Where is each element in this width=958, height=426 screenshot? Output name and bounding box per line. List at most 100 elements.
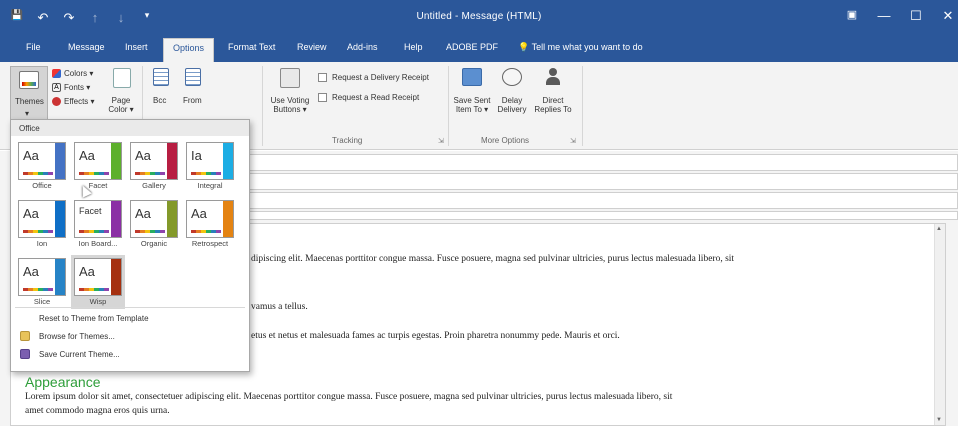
theme-thumbnail: Aa bbox=[18, 200, 66, 238]
tab-options[interactable]: Options bbox=[163, 38, 215, 62]
theme-color-swatches bbox=[135, 230, 165, 233]
delay-delivery-button[interactable]: Delay Delivery bbox=[494, 66, 530, 126]
effects-icon bbox=[52, 97, 61, 106]
theme-sample-text: Aa bbox=[135, 206, 151, 221]
more-options-group-label: More Options bbox=[481, 136, 530, 145]
voting-icon bbox=[280, 68, 300, 88]
theme-tile-ion-board[interactable]: Facet Ion Board... bbox=[71, 197, 125, 251]
theme-tile-ion[interactable]: Aa Ion bbox=[15, 197, 69, 251]
themes-icon bbox=[19, 71, 39, 89]
minimize-button[interactable]: — bbox=[872, 8, 896, 23]
theme-accent-bar bbox=[167, 201, 177, 237]
page-color-button[interactable]: Page Color ▾ bbox=[104, 66, 138, 124]
page-color-icon bbox=[113, 68, 131, 88]
tab-adobe-pdf[interactable]: ADOBE PDF bbox=[446, 42, 498, 52]
theme-accent-bar bbox=[55, 201, 65, 237]
outlook-message-window: 💾 ↶ ↷ ↑ ↓ ▾ Untitled - Message (HTML) ▣ … bbox=[0, 0, 958, 426]
effects-dropdown[interactable]: Effects ▾ bbox=[52, 96, 102, 108]
use-voting-buttons[interactable]: Use Voting Buttons ▾ bbox=[266, 66, 314, 126]
theme-color-swatches bbox=[79, 230, 109, 233]
scroll-up-icon[interactable]: ▲ bbox=[936, 226, 942, 232]
cc-field[interactable] bbox=[245, 173, 958, 190]
tracking-dialog-launcher-icon[interactable]: ⇲ bbox=[438, 137, 444, 145]
subject-field[interactable] bbox=[245, 211, 958, 220]
theme-color-swatches bbox=[191, 230, 221, 233]
tab-help[interactable]: Help bbox=[404, 42, 423, 52]
gallery-section-header: Office bbox=[11, 120, 249, 136]
theme-sample-text: Aa bbox=[79, 148, 95, 163]
theme-thumbnail: Aa bbox=[186, 200, 234, 238]
delivery-receipt-checkbox[interactable]: Request a Delivery Receipt bbox=[318, 72, 446, 84]
theme-tile-wisp[interactable]: Aa Wisp bbox=[71, 255, 125, 309]
from-button[interactable]: From bbox=[178, 66, 208, 116]
theme-tile-slice[interactable]: Aa Slice bbox=[15, 255, 69, 309]
theme-accent-bar bbox=[111, 143, 121, 179]
ribbon-separator bbox=[262, 66, 263, 146]
theme-accent-bar bbox=[111, 201, 121, 237]
maximize-button[interactable]: ☐ bbox=[904, 8, 928, 24]
tab-message[interactable]: Message bbox=[68, 42, 105, 52]
title-bar: 💾 ↶ ↷ ↑ ↓ ▾ Untitled - Message (HTML) ▣ … bbox=[0, 0, 958, 36]
more-options-dialog-launcher-icon[interactable]: ⇲ bbox=[570, 137, 576, 145]
tab-review[interactable]: Review bbox=[297, 42, 327, 52]
theme-color-swatches bbox=[23, 172, 53, 175]
theme-name: Wisp bbox=[89, 297, 107, 306]
theme-accent-bar bbox=[223, 201, 233, 237]
theme-color-swatches bbox=[135, 172, 165, 175]
themes-button[interactable]: Themes ▾ bbox=[10, 66, 48, 124]
direct-replies-icon bbox=[545, 68, 561, 86]
theme-sample-text: Facet bbox=[79, 206, 102, 216]
theme-name: Gallery bbox=[142, 181, 166, 190]
body-text-line: etus et netus et malesuada fames ac turp… bbox=[251, 331, 620, 341]
direct-replies-button[interactable]: Direct Replies To bbox=[532, 66, 574, 126]
theme-color-swatches bbox=[23, 230, 53, 233]
theme-sample-text: Aa bbox=[135, 148, 151, 163]
tab-add-ins[interactable]: Add-ins bbox=[347, 42, 378, 52]
to-field[interactable] bbox=[245, 154, 958, 171]
theme-sample-text: Aa bbox=[23, 148, 39, 163]
themes-gallery-dropdown: Office Aa Office Aa Facet Aa Gallery Ia Integra… bbox=[10, 119, 250, 372]
save-theme-menu-item[interactable]: Save Current Theme... bbox=[11, 346, 249, 363]
close-button[interactable]: ✕ bbox=[936, 8, 958, 24]
vertical-scrollbar[interactable]: ▲ ▼ bbox=[934, 224, 945, 425]
lightbulb-icon: 💡 bbox=[518, 42, 530, 52]
bcc-field[interactable] bbox=[245, 192, 958, 209]
tracking-group-label: Tracking bbox=[332, 136, 363, 145]
tab-insert[interactable]: Insert bbox=[125, 42, 148, 52]
tab-file[interactable]: File bbox=[26, 42, 41, 52]
theme-name: Organic bbox=[140, 239, 168, 248]
theme-accent-bar bbox=[167, 143, 177, 179]
reset-theme-menu-item[interactable]: Reset to Theme from Template bbox=[11, 310, 249, 327]
theme-tile-retrospect[interactable]: Aa Retrospect bbox=[183, 197, 237, 251]
theme-color-swatches bbox=[79, 172, 109, 175]
colors-dropdown[interactable]: Colors ▾ bbox=[52, 68, 102, 80]
appearance-heading: Appearance bbox=[25, 374, 101, 390]
scroll-down-icon[interactable]: ▼ bbox=[936, 417, 942, 423]
tab-format-text[interactable]: Format Text bbox=[228, 42, 275, 52]
body-text-line: vamus a tellus. bbox=[251, 302, 308, 312]
read-receipt-checkbox[interactable]: Request a Read Receipt bbox=[318, 92, 446, 104]
theme-tile-office[interactable]: Aa Office bbox=[15, 139, 69, 193]
theme-tile-organic[interactable]: Aa Organic bbox=[127, 197, 181, 251]
ribbon-tab-bar: File Message Insert Options Format Text … bbox=[0, 36, 958, 62]
save-theme-icon bbox=[20, 349, 30, 359]
theme-sample-text: Aa bbox=[23, 264, 39, 279]
fonts-dropdown[interactable]: A Fonts ▾ bbox=[52, 82, 102, 94]
tell-me-search[interactable]: 💡 Tell me what you want to do bbox=[518, 42, 643, 53]
theme-accent-bar bbox=[111, 259, 121, 295]
theme-color-swatches bbox=[191, 172, 221, 175]
save-sent-item-button[interactable]: Save Sent Item To ▾ bbox=[452, 66, 492, 126]
theme-tile-integral[interactable]: Ia Integral bbox=[183, 139, 237, 193]
bcc-button[interactable]: Bcc bbox=[148, 66, 174, 116]
theme-tile-facet[interactable]: Aa Facet bbox=[71, 139, 125, 193]
ribbon-display-options-icon[interactable]: ▣ bbox=[840, 8, 864, 21]
browse-themes-menu-item[interactable]: Browse for Themes... bbox=[11, 328, 249, 345]
theme-thumbnail: Aa bbox=[130, 200, 178, 238]
theme-name: Office bbox=[32, 181, 52, 190]
theme-color-swatches bbox=[79, 288, 109, 291]
theme-tile-gallery[interactable]: Aa Gallery bbox=[127, 139, 181, 193]
ribbon-separator bbox=[448, 66, 449, 146]
theme-thumbnail: Aa bbox=[74, 142, 122, 180]
theme-name: Ion bbox=[36, 239, 48, 248]
theme-thumbnail: Aa bbox=[18, 258, 66, 296]
